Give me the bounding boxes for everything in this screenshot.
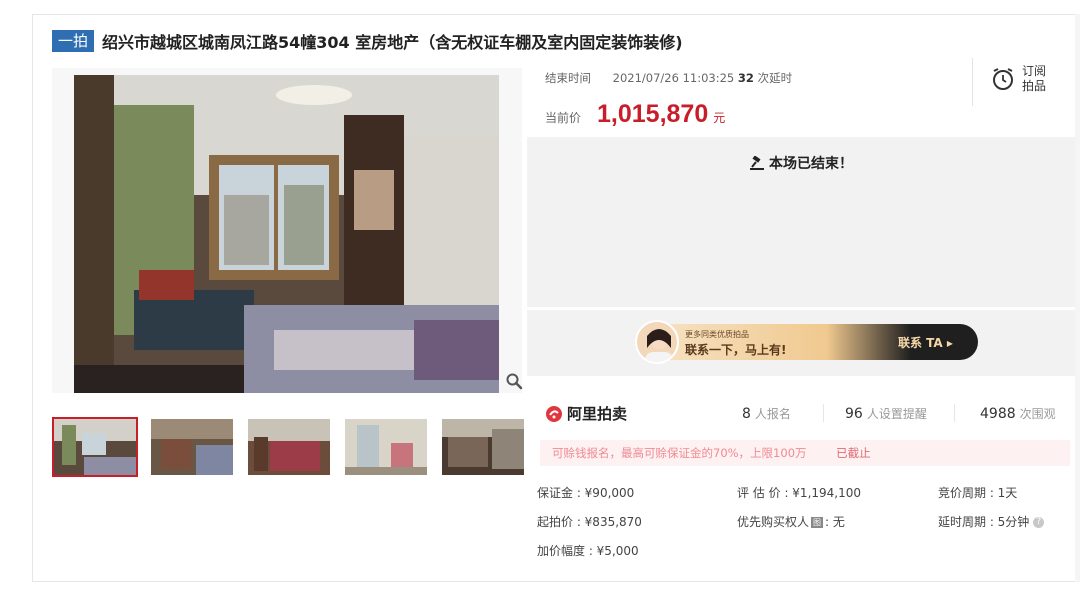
thumbnail-1[interactable]	[52, 417, 138, 477]
main-photo[interactable]	[52, 68, 522, 393]
subscribe-label-2: 拍品	[1022, 79, 1047, 93]
bidding-cycle: 竞价周期 : 1天	[938, 486, 1018, 500]
end-time-label: 结束时间	[545, 71, 591, 85]
priority-buyer-badge: 图	[811, 517, 824, 528]
delay-label: 次延时	[757, 71, 793, 85]
appraisal-price: 评 估 价 : ¥1,194,100	[737, 486, 862, 500]
question-icon[interactable]: ?	[1033, 517, 1045, 528]
starting-price: 起拍价 : ¥835,870	[537, 515, 642, 529]
view-stat: 4988 次围观	[980, 406, 1056, 422]
title-row: 一拍 绍兴市越城区城南凤江路54幢304 室房地产（含无权证车棚及室内固定装饰装…	[52, 29, 683, 53]
end-time-value: 2021/07/26 11:03:25	[612, 71, 735, 85]
priority-buyer: 优先购买权人图: 无	[737, 515, 845, 529]
current-price-label: 当前价	[545, 111, 582, 125]
auction-ended-text: 本场已结束！	[527, 153, 1075, 173]
brand-name: 阿里拍卖	[567, 405, 628, 423]
page-title: 绍兴市越城区城南凤江路54幢304 室房地产（含无权证车棚及室内固定装饰装修)	[102, 33, 683, 52]
divider	[823, 404, 824, 422]
divider	[954, 404, 955, 422]
gavel-icon	[750, 155, 764, 170]
credit-notice-text: 可赊钱报名，最高可赊保证金的70%，上限100万	[552, 446, 807, 460]
banner-title: 联系一下，马上有!	[685, 343, 787, 357]
remind-stat: 96 人设置提醒	[845, 406, 927, 422]
auction-type-tag: 一拍	[52, 30, 95, 52]
divider	[972, 58, 973, 106]
price-unit: 元	[713, 111, 726, 125]
brand: 阿里拍卖	[545, 403, 627, 424]
banner-subtitle: 更多同类优质拍品	[685, 330, 749, 339]
contact-button[interactable]: 联系 TA ▸	[898, 334, 953, 351]
auction-status-panel: 本场已结束！	[527, 137, 1075, 307]
subscribe-label-1: 订阅	[1022, 64, 1047, 78]
end-time-row: 结束时间 2021/07/26 11:03:25 32 次延时	[545, 70, 792, 86]
current-price: 1,015,870	[597, 100, 709, 128]
avatar	[635, 320, 679, 364]
thumbnail-5[interactable]	[440, 417, 526, 477]
room-photo	[74, 75, 499, 393]
delay-cycle: 延时周期 : 5分钟?	[938, 513, 1045, 530]
thumbnail-2[interactable]	[149, 417, 235, 477]
signup-stat: 8 人报名	[742, 406, 791, 422]
search-icon[interactable]	[505, 372, 523, 390]
current-price-row: 当前价 1,015,870 元	[545, 100, 725, 129]
credit-notice: 可赊钱报名，最高可赊保证金的70%，上限100万 已截止	[540, 440, 1070, 466]
ali-auction-logo-icon	[546, 405, 562, 422]
credit-notice-status: 已截止	[836, 446, 871, 460]
delay-count: 32	[737, 71, 754, 85]
thumbnail-4[interactable]	[343, 417, 429, 477]
bid-increment: 加价幅度 : ¥5,000	[537, 544, 639, 558]
deposit: 保证金 : ¥90,000	[537, 486, 635, 500]
side-panel-edge	[1075, 14, 1080, 582]
subscribe-button[interactable]: 订阅 拍品	[990, 64, 1046, 94]
thumbnail-strip	[52, 417, 537, 477]
alarm-clock-icon	[993, 68, 1013, 90]
thumbnail-3[interactable]	[246, 417, 332, 477]
